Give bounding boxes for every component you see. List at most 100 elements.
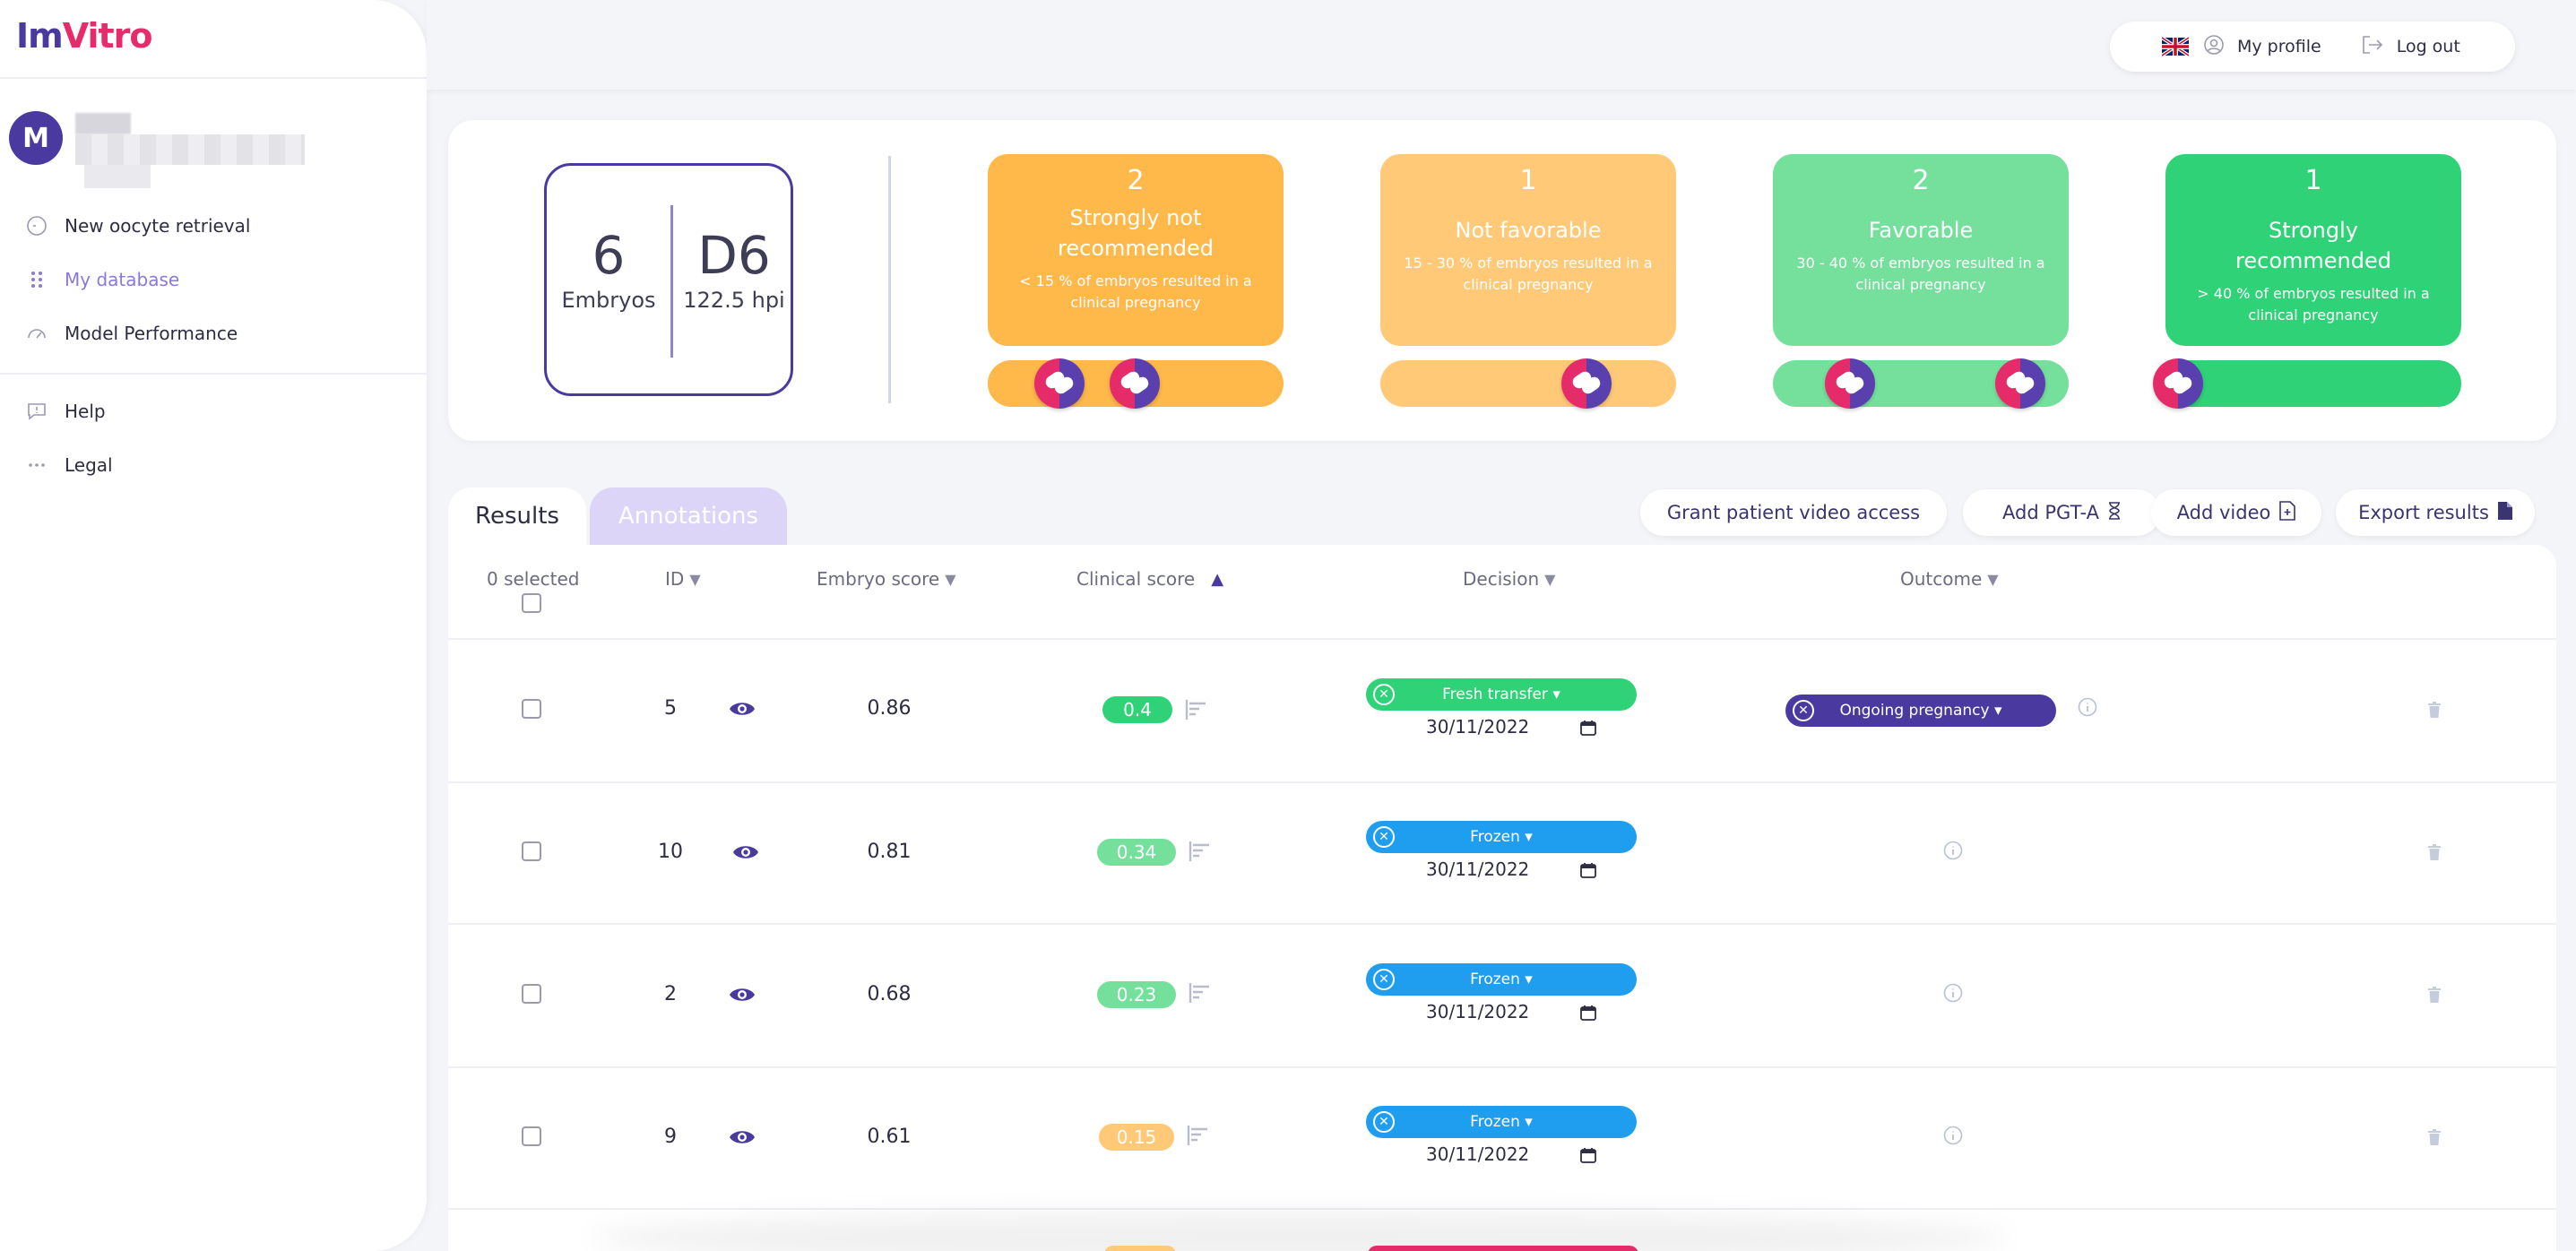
column-header-label: Decision [1463,568,1540,590]
clear-x-icon[interactable]: ✕ [1373,969,1395,990]
sidebar-item-new-oocyte-retrieval[interactable]: New oocyte retrieval [25,212,250,239]
bars-chart-icon[interactable] [1189,982,1212,1004]
tab-annotations[interactable]: Annotations [590,487,787,545]
category-count: 2 [1127,165,1145,196]
clinical-score-badge: 0.34 [1097,839,1176,866]
sidebar-item-my-database[interactable]: My database [25,266,179,293]
select-all-checkbox[interactable] [522,593,541,613]
decision-date-input[interactable]: 30/11/2022 [1426,713,1596,740]
trash-icon[interactable] [2427,844,2442,860]
row-checkbox[interactable] [522,984,541,1004]
row-embryo-score: 0.81 [867,841,912,863]
info-icon[interactable] [1943,983,1963,1003]
trash-icon[interactable] [2427,1129,2442,1145]
calendar-icon[interactable] [1580,861,1596,878]
clear-x-icon[interactable]: ✕ [1373,1111,1395,1133]
sidebar-item-help[interactable]: Help [25,398,106,425]
calendar-icon[interactable] [1580,719,1596,736]
column-header-label: Clinical score [1076,568,1196,590]
tab-results[interactable]: Results [448,487,586,545]
grant-label: Grant patient video access [1666,502,1921,523]
selected-count-label: 0 selected [487,568,580,590]
my-profile-link[interactable]: My profile [2203,34,2321,60]
row-id: 2 [664,983,677,1005]
column-header-label: Outcome [1900,568,1983,590]
clear-x-icon[interactable]: ✕ [1373,826,1395,848]
bars-chart-icon[interactable] [1187,1125,1210,1146]
decision-date-value: 30/11/2022 [1426,1143,1530,1165]
clear-x-icon[interactable]: ✕ [1793,700,1814,721]
category-card[interactable]: 2 Favorable 30 - 40 % of embryos resulte… [1773,154,2069,346]
category-card[interactable]: 2 Strongly not recommended < 15 % of emb… [988,154,1284,346]
sidebar-item-legal[interactable]: Legal [25,452,113,479]
redacted-user-extra [84,165,151,188]
embryo-hpi-value: 122.5 hpi [683,288,785,313]
sort-up-icon: ▲ [1211,569,1224,589]
eye-icon[interactable] [729,985,756,1005]
eye-icon[interactable] [729,1127,756,1147]
embryo-bubble-icon[interactable] [1995,358,2045,409]
export-label: Export results [2358,502,2489,523]
outcome-dropdown[interactable]: ✕ Ongoing pregnancy ▾ [1785,695,2056,727]
add-video-button[interactable]: Add video [2151,489,2321,536]
embryo-bubble-icon[interactable] [1034,358,1085,409]
sidebar-item-model-performance[interactable]: Model Performance [25,320,238,347]
info-icon[interactable] [1943,841,1963,860]
embryo-bubble-icon[interactable] [1561,358,1612,409]
trash-icon[interactable] [2427,987,2442,1003]
embryo-count-label: Embryos [561,288,656,313]
row-divider [448,638,2556,640]
category-card[interactable]: 1 Strongly recommended > 40 % of embryos… [2165,154,2461,346]
eye-icon[interactable] [732,842,759,862]
export-results-button[interactable]: Export results [2336,489,2535,536]
decision-dropdown[interactable]: ✕ Frozen ▾ [1366,963,1637,996]
logo-divider [0,77,427,79]
eye-icon[interactable] [729,699,756,719]
column-header-id[interactable]: ID ▼ [665,568,701,590]
embryo-bubble-icon[interactable] [1825,358,1875,409]
tab-annotations-label: Annotations [618,503,759,530]
sort-down-icon: ▼ [1987,570,1999,588]
sidebar-item-label: Model Performance [65,323,238,344]
uk-flag-icon[interactable] [2160,36,2191,57]
avatar[interactable]: M [9,111,63,165]
clear-x-icon[interactable]: ✕ [1373,684,1395,705]
decision-date-input[interactable]: 30/11/2022 [1426,856,1596,883]
column-header-embryo-score[interactable]: Embryo score ▼ [817,568,956,590]
sidebar: ImVitro M New oocyte retrieval My databa… [0,0,427,1251]
column-header-clinical-score[interactable]: Clinical score ▲ [1076,568,1223,590]
embryo-bubble-icon[interactable] [2153,358,2203,409]
decision-dropdown[interactable]: ✕ Frozen ▾ [1366,1106,1637,1138]
decision-date-input[interactable]: 30/11/2022 [1426,1141,1596,1168]
row-checkbox[interactable] [522,841,541,861]
calendar-icon[interactable] [1580,1004,1596,1021]
logout-link[interactable]: Log out [2361,34,2460,60]
add-pgta-button[interactable]: Add PGT-A [1963,489,2160,536]
category-card[interactable]: 1 Not favorable 15 - 30 % of embryos res… [1380,154,1676,346]
row-checkbox[interactable] [522,699,541,719]
row-embryo-score: 0.68 [867,983,912,1005]
calendar-icon[interactable] [1580,1146,1596,1163]
decision-date-input[interactable]: 30/11/2022 [1426,998,1596,1025]
category-count: 1 [1519,165,1537,196]
add-pgta-label: Add PGT-A [2002,502,2099,523]
file-plus-icon [2279,500,2296,525]
column-header-outcome[interactable]: Outcome ▼ [1900,568,1999,590]
info-icon[interactable] [1943,1126,1963,1145]
trash-icon[interactable] [2427,702,2442,718]
row-divider [448,1066,2556,1068]
info-icon[interactable] [2078,697,2097,717]
embryo-bubble-icon[interactable] [1110,358,1160,409]
partial-decision-dropdown[interactable] [1368,1246,1638,1251]
imvitro-logo[interactable]: ImVitro [16,16,153,56]
category-title: Strongly not recommended [1058,205,1214,261]
grant-patient-video-access-button[interactable]: Grant patient video access [1640,489,1947,536]
selected-count: 0 selected [487,568,580,590]
row-checkbox[interactable] [522,1126,541,1146]
bars-chart-icon[interactable] [1185,699,1208,720]
decision-dropdown[interactable]: ✕ Frozen ▾ [1366,821,1637,853]
sort-down-icon: ▼ [689,570,701,588]
bars-chart-icon[interactable] [1189,841,1212,862]
column-header-decision[interactable]: Decision ▼ [1463,568,1555,590]
decision-dropdown[interactable]: ✕ Fresh transfer ▾ [1366,678,1637,711]
